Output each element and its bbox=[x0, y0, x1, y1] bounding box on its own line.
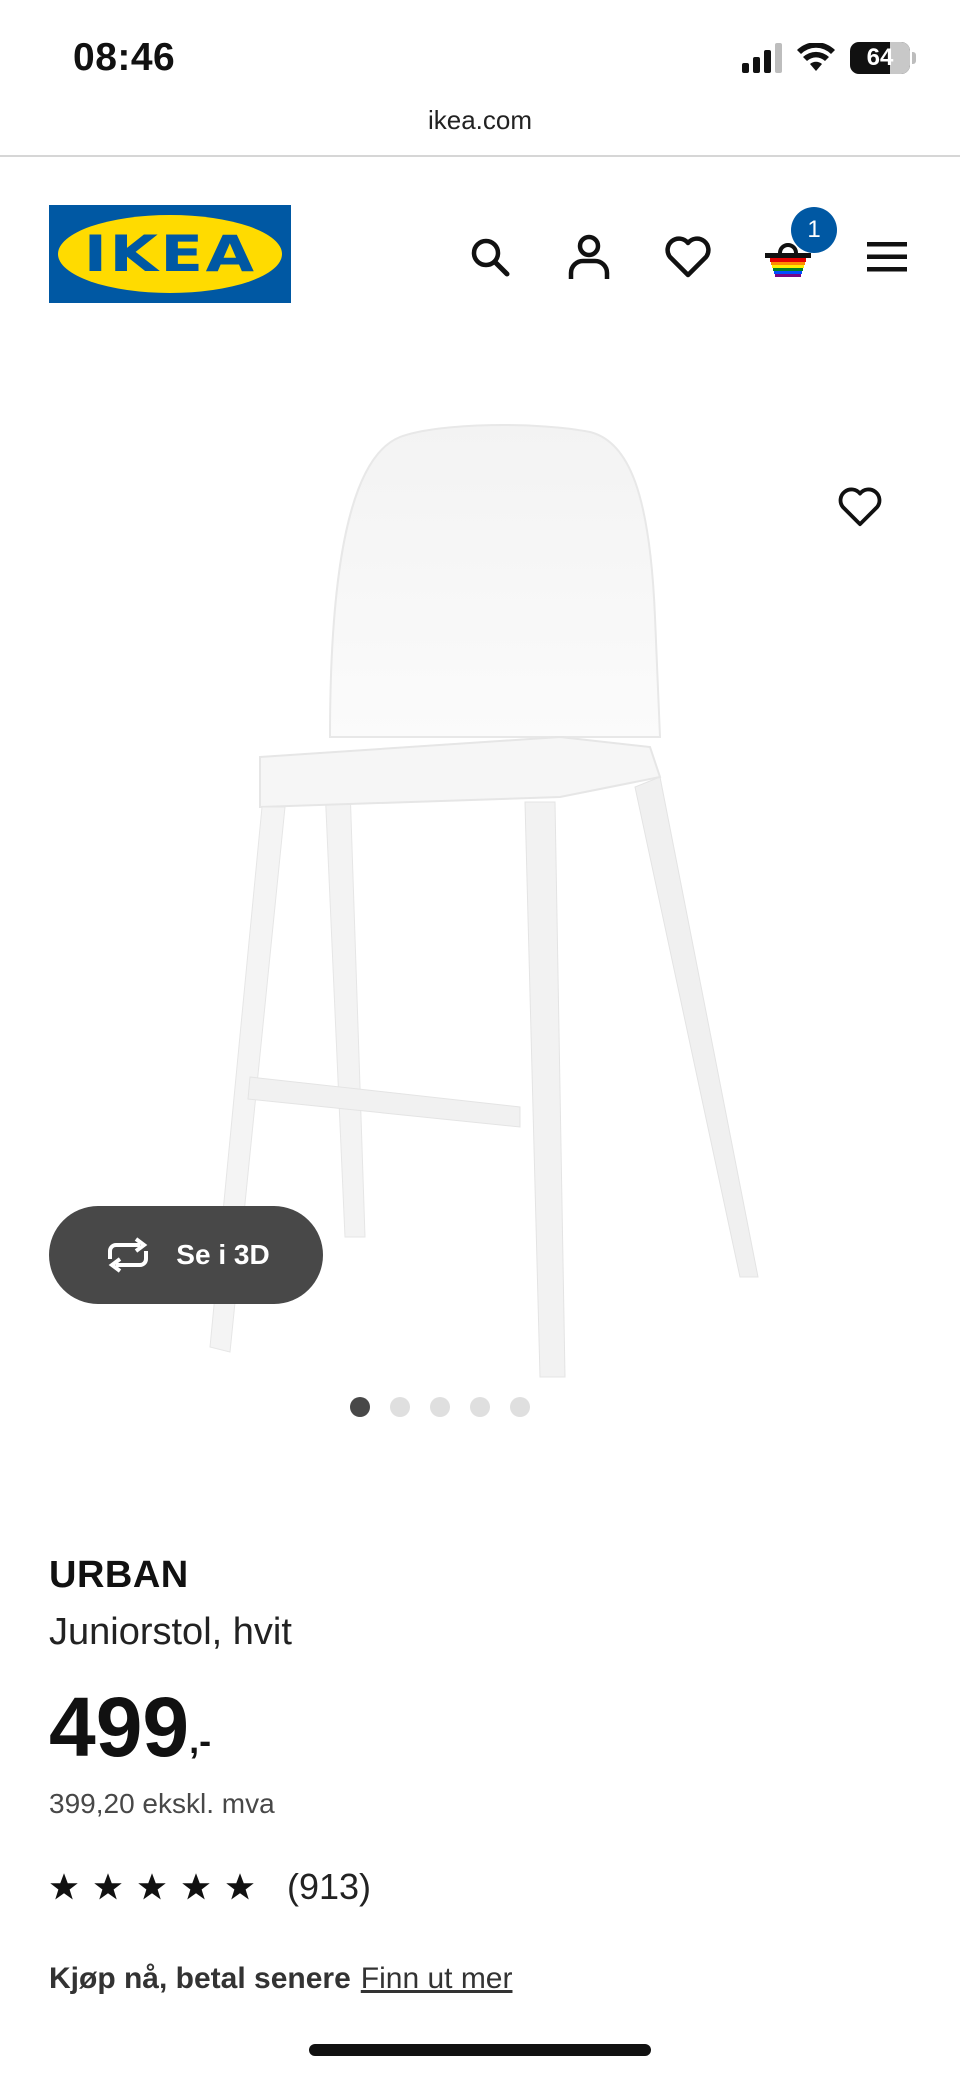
carousel-dot[interactable] bbox=[390, 1397, 410, 1417]
financing-link[interactable]: Finn ut mer bbox=[361, 1962, 513, 1996]
star-icon bbox=[138, 1873, 166, 1900]
wifi-icon bbox=[797, 43, 835, 71]
view-3d-button[interactable]: Se i 3D bbox=[49, 1206, 323, 1304]
status-bar: 08:46 64 bbox=[0, 0, 960, 105]
product-price: 499 ,- bbox=[49, 1682, 211, 1772]
carousel-dot[interactable] bbox=[350, 1397, 370, 1417]
price-value: 499 bbox=[49, 1680, 190, 1774]
heart-icon bbox=[838, 487, 882, 527]
star-icon bbox=[182, 1873, 210, 1900]
star-icon bbox=[50, 1873, 78, 1900]
product-name: URBAN bbox=[49, 1554, 189, 1596]
logo-ellipse: IKEA bbox=[58, 215, 282, 293]
site-header: IKEA 1 bbox=[0, 157, 960, 357]
cart-badge: 1 bbox=[791, 207, 837, 253]
rating-count: (913) bbox=[287, 1866, 372, 1907]
rating-stars bbox=[49, 1872, 255, 1902]
logo-text: IKEA bbox=[83, 225, 257, 283]
account-icon[interactable] bbox=[559, 227, 619, 287]
battery-icon: 64 bbox=[850, 42, 910, 74]
financing-label: Kjøp nå, betal senere bbox=[49, 1962, 351, 1995]
header-actions: 1 bbox=[460, 207, 920, 287]
star-icon bbox=[226, 1873, 254, 1900]
home-indicator bbox=[309, 2044, 651, 2056]
product-description: Juniorstol, hvit bbox=[49, 1611, 292, 1653]
product-rating[interactable]: (913) bbox=[49, 1866, 371, 1908]
ikea-logo[interactable]: IKEA bbox=[49, 205, 291, 303]
battery-level: 64 bbox=[866, 44, 894, 71]
carousel-dot[interactable] bbox=[430, 1397, 450, 1417]
menu-icon[interactable] bbox=[857, 227, 917, 287]
search-icon[interactable] bbox=[460, 227, 520, 287]
product-image-carousel[interactable]: Se i 3D bbox=[0, 357, 960, 1457]
cart-icon[interactable]: 1 bbox=[758, 207, 837, 287]
heart-icon[interactable] bbox=[658, 227, 718, 287]
price-suffix: ,- bbox=[189, 1720, 212, 1761]
carousel-dot[interactable] bbox=[510, 1397, 530, 1417]
status-time: 08:46 bbox=[73, 36, 176, 79]
status-icons: 64 bbox=[742, 42, 916, 74]
star-icon bbox=[94, 1873, 122, 1900]
signal-icon bbox=[742, 43, 782, 73]
rotate-3d-icon bbox=[108, 1237, 149, 1273]
financing-info: Kjøp nå, betal senere Finn ut mer bbox=[49, 1962, 512, 1996]
carousel-dots bbox=[0, 1397, 920, 1417]
url-bar[interactable]: ikea.com bbox=[0, 100, 960, 155]
price-excl-vat: 399,20 ekskl. mva bbox=[49, 1788, 275, 1819]
view-3d-label: Se i 3D bbox=[176, 1239, 270, 1270]
favorite-button[interactable] bbox=[830, 477, 890, 537]
carousel-dot[interactable] bbox=[470, 1397, 490, 1417]
